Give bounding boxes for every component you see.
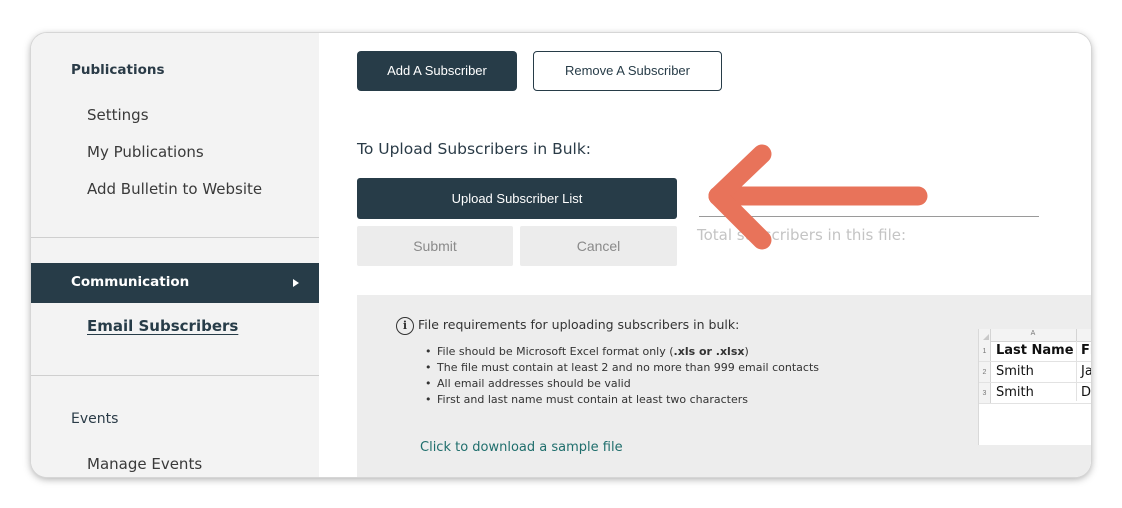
sidebar-item-my-publications[interactable]: My Publications [87,143,204,161]
upload-subscriber-list-button[interactable]: Upload Subscriber List [357,178,677,219]
table-row: 2 Smith Ja [979,362,1091,383]
table-row: 3 Smith D [979,383,1091,404]
sidebar-item-settings[interactable]: Settings [87,106,149,124]
table-cell: Smith [996,385,1034,400]
sidebar-divider [31,237,319,238]
sidebar-item-label: Communication [71,274,190,290]
sidebar: Publications Settings My Publications Ad… [31,33,319,477]
info-circle-icon: i [396,317,414,335]
list-item: First and last name must contain at leas… [425,392,819,408]
file-name-field [699,216,1039,217]
triangle-right-icon [293,279,299,287]
remove-subscriber-button[interactable]: Remove A Subscriber [533,51,722,91]
submit-button[interactable]: Submit [357,226,513,266]
total-subscribers-label: Total subscribers in this file: [697,226,907,244]
requirements-panel: i File requirements for uploading subscr… [357,295,1091,477]
sidebar-divider [31,375,319,376]
table-row: 1 Last Name Fi [979,341,1091,362]
list-item: File should be Microsoft Excel format on… [425,344,819,360]
list-item: All email addresses should be valid [425,376,819,392]
row-number: 1 [979,341,991,361]
cancel-button[interactable]: Cancel [520,226,677,266]
sidebar-item-communication[interactable]: Communication [31,263,319,303]
table-cell: Smith [996,364,1034,379]
app-window: Publications Settings My Publications Ad… [31,33,1091,477]
sidebar-item-add-bulletin[interactable]: Add Bulletin to Website [87,180,262,198]
requirements-title: File requirements for uploading subscrib… [418,317,740,332]
bulk-upload-heading: To Upload Subscribers in Bulk: [357,140,592,158]
add-subscriber-button[interactable]: Add A Subscriber [357,51,517,91]
sheet-corner [979,329,991,341]
sidebar-item-email-subscribers[interactable]: Email Subscribers [87,317,238,335]
list-item: The file must contain at least 2 and no … [425,360,819,376]
sidebar-item-manage-events[interactable]: Manage Events [87,455,202,473]
table-cell: Last Name [996,343,1074,358]
sidebar-heading-publications: Publications [71,62,165,78]
sample-spreadsheet-preview: A 1 Last Name Fi 2 Smith Ja 3 Smith D [978,329,1091,445]
main-content: Add A Subscriber Remove A Subscriber To … [319,33,1091,477]
row-number: 3 [979,383,991,403]
table-cell: D [1081,385,1091,400]
requirements-list: File should be Microsoft Excel format on… [425,344,819,408]
table-cell: Ja [1081,364,1091,379]
sheet-column-letter: A [1030,330,1036,337]
sidebar-heading-events: Events [71,411,119,427]
table-cell: Fi [1081,343,1091,358]
row-number: 2 [979,362,991,382]
download-sample-link[interactable]: Click to download a sample file [420,440,623,455]
